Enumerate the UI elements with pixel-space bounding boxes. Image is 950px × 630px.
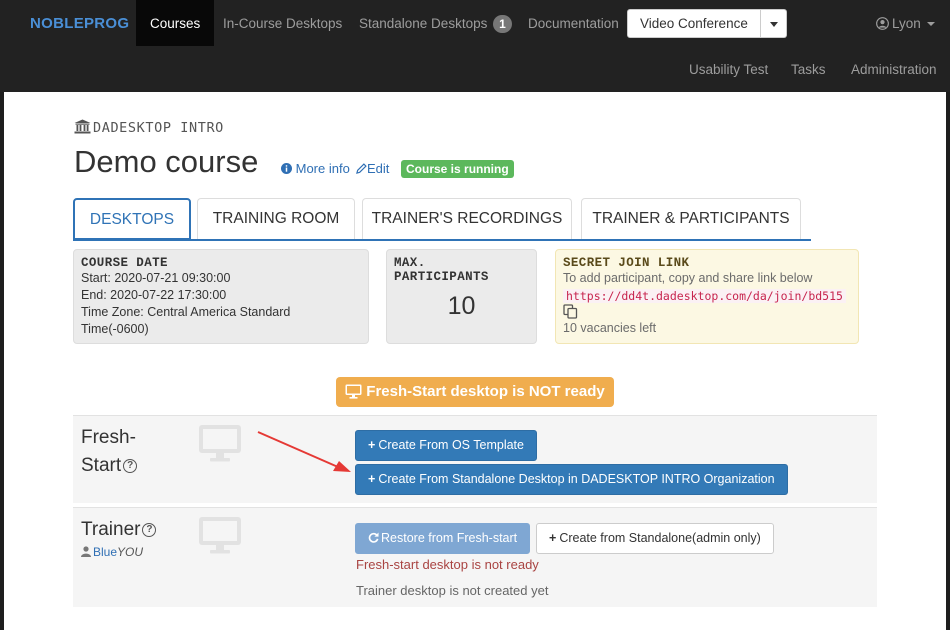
nav-standalone-desktops[interactable]: Standalone Desktops 1 xyxy=(359,0,512,46)
create-from-standalone-org-label: Create From Standalone Desktop in DADESK… xyxy=(378,472,775,486)
nav-in-course-desktops[interactable]: In-Course Desktops xyxy=(223,0,342,46)
restore-from-fresh-start-button[interactable]: Restore from Fresh-start xyxy=(355,523,531,554)
copy-link-row xyxy=(563,304,851,320)
nav-courses[interactable]: Courses xyxy=(136,0,215,46)
fresh-start-status-text: Fresh-Start desktop is NOT ready xyxy=(366,383,605,400)
max-participants-card: MAX. PARTICIPANTS 10 xyxy=(386,249,537,344)
video-conference-dropdown-toggle[interactable] xyxy=(760,9,787,38)
nav-usability-test[interactable]: Usability Test xyxy=(689,46,768,92)
video-conference-group: Video Conference xyxy=(627,9,787,38)
fresh-start-label-line2-group: Start? xyxy=(81,452,138,480)
user-caret-icon xyxy=(926,22,935,27)
refresh-icon xyxy=(368,532,379,543)
secret-join-link-title: SECRET JOIN LINK xyxy=(563,256,690,270)
tab-desktops[interactable]: DESKTOPS xyxy=(73,198,191,240)
nav-standalone-desktops-label: Standalone Desktops xyxy=(359,16,488,31)
brand-logo[interactable]: NOBLEPROG xyxy=(30,15,129,32)
join-link-row: https://dd4t.dadesktop.com/da/join/bd515 xyxy=(563,288,851,303)
monitor-icon xyxy=(345,384,362,399)
trainer-desktop-status-text: Trainer desktop is not created yet xyxy=(356,583,549,598)
fresh-start-error-text: Fresh-start desktop is not ready xyxy=(356,557,539,572)
plus-icon: + xyxy=(368,438,376,452)
tab-trainers-recordings[interactable]: TRAINER'S RECORDINGS xyxy=(362,198,572,239)
plus-icon: + xyxy=(368,472,376,486)
join-link-url[interactable]: https://dd4t.dadesktop.com/da/join/bd515 xyxy=(563,289,846,303)
pencil-icon xyxy=(356,163,367,174)
vacancies-left: 10 vacancies left xyxy=(563,321,657,335)
question-icon[interactable]: ? xyxy=(142,522,157,537)
fresh-start-label-line1: Fresh- xyxy=(81,427,136,448)
organization-name: DADESKTOP INTRO xyxy=(93,120,224,136)
top-navbar: NOBLEPROG Courses In-Course Desktops Sta… xyxy=(0,0,950,92)
course-timezone: Time Zone: Central America Standard xyxy=(81,305,291,319)
user-menu[interactable]: Lyon xyxy=(876,0,935,47)
trainer-user-first[interactable]: Blue xyxy=(93,545,117,559)
nav-tasks[interactable]: Tasks xyxy=(791,46,826,92)
desktop-placeholder-icon xyxy=(199,425,241,462)
trainer-label: Trainer? xyxy=(81,516,157,544)
copy-icon[interactable] xyxy=(563,304,578,319)
trainer-user-last: YOU xyxy=(117,545,144,559)
user-icon xyxy=(876,17,889,30)
tab-trainer-participants[interactable]: TRAINER & PARTICIPANTS xyxy=(581,198,801,239)
create-from-os-template-label: Create From OS Template xyxy=(378,438,524,452)
standalone-count-badge: 1 xyxy=(493,15,512,33)
user-name: Lyon xyxy=(892,16,921,31)
user-icon xyxy=(81,546,91,557)
max-participants-title-line1: MAX. xyxy=(394,256,426,270)
course-date-title: COURSE DATE xyxy=(81,256,168,270)
create-from-os-template-button[interactable]: + Create From OS Template xyxy=(355,430,537,461)
course-date-card: COURSE DATE Start: 2020-07-21 09:30:00 E… xyxy=(73,249,369,344)
create-from-standalone-admin-label: Create from Standalone(admin only) xyxy=(559,531,761,545)
question-icon[interactable]: ? xyxy=(123,458,138,473)
course-status-badge: Course is running xyxy=(401,160,514,178)
trainer-label-text: Trainer xyxy=(81,519,141,540)
video-conference-button[interactable]: Video Conference xyxy=(627,9,761,38)
course-end: End: 2020-07-22 17:30:00 xyxy=(81,288,227,302)
create-from-standalone-org-button[interactable]: + Create From Standalone Desktop in DADES… xyxy=(355,464,788,495)
trainer-row: Trainer? BlueYOU Restore from Fresh-star… xyxy=(73,507,877,607)
fresh-start-status-banner: Fresh-Start desktop is NOT ready xyxy=(336,377,614,407)
institution-icon xyxy=(74,119,91,134)
trainer-user: BlueYOU xyxy=(81,545,143,559)
tabs-underline xyxy=(73,239,811,241)
fresh-start-row: Fresh- Start? + Create From OS Template +… xyxy=(73,415,877,503)
max-participants-title-line2: PARTICIPANTS xyxy=(394,270,489,284)
nav-documentation[interactable]: Documentation xyxy=(528,0,619,46)
tab-training-room[interactable]: TRAINING ROOM xyxy=(197,198,355,239)
page-title: Demo course xyxy=(74,144,259,179)
organization-label: DADESKTOP INTRO xyxy=(74,119,224,136)
secret-join-link-description: To add participant, copy and share link … xyxy=(563,271,813,285)
nav-administration[interactable]: Administration xyxy=(851,46,937,92)
secret-join-link-card: SECRET JOIN LINK To add participant, cop… xyxy=(555,249,859,344)
restore-from-fresh-start-label: Restore from Fresh-start xyxy=(381,531,518,545)
edit-link[interactable]: Edit xyxy=(356,161,389,176)
more-info-link[interactable]: More info xyxy=(281,161,350,176)
course-timezone-offset: Time(-0600) xyxy=(81,322,149,336)
plus-icon: + xyxy=(549,531,557,545)
main-content: DADESKTOP INTRO Demo course More info Ed… xyxy=(4,92,946,630)
info-icon xyxy=(281,163,292,174)
edit-label: Edit xyxy=(367,161,390,176)
fresh-start-label-line2: Start xyxy=(81,455,122,476)
fresh-start-label: Fresh- Start? xyxy=(81,424,138,480)
max-participants-value: 10 xyxy=(447,292,476,320)
course-start: Start: 2020-07-21 09:30:00 xyxy=(81,271,231,285)
create-from-standalone-admin-button[interactable]: + Create from Standalone(admin only) xyxy=(536,523,774,554)
desktop-placeholder-icon xyxy=(199,517,241,554)
more-info-label: More info xyxy=(295,161,350,176)
